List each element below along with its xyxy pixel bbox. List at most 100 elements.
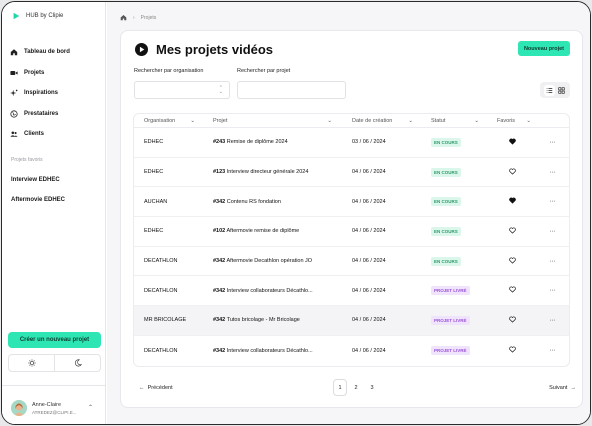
previous-label: Précédent xyxy=(147,385,173,391)
app-window: HUB by Clipie Tableau de bord Projets In… xyxy=(1,1,591,425)
table-row[interactable]: DECATHLON #342 Interview collaborateurs D… xyxy=(134,276,569,307)
cell-actions: ··· xyxy=(531,139,569,146)
heart-icon[interactable] xyxy=(509,346,516,353)
cell-org: MR BRICOLAGE xyxy=(144,317,187,324)
table-row[interactable]: DECATHLON #342 Aftermovie Decathlon opéra… xyxy=(134,247,569,277)
user-profile[interactable]: Anne-Claire ATREDEZ@CLIPI.E... xyxy=(11,400,77,416)
page-button-current[interactable]: 1 xyxy=(333,379,347,396)
brand[interactable]: HUB by Clipie xyxy=(12,12,63,20)
project-title: Interview directeur générale 2024 xyxy=(226,169,309,176)
home-icon[interactable] xyxy=(120,14,127,21)
heart-icon[interactable] xyxy=(509,316,516,323)
next-page-button[interactable]: Suivant → xyxy=(549,385,576,391)
status-badge: EN COURS xyxy=(431,197,461,207)
table-row[interactable]: EDHEC #123 Interview directeur générale 2… xyxy=(134,158,569,188)
more-options-icon[interactable]: ··· xyxy=(550,347,556,354)
page-button[interactable]: 3 xyxy=(365,379,379,396)
create-project-button[interactable]: Créer un nouveau projet xyxy=(8,332,101,348)
more-options-icon[interactable]: ··· xyxy=(550,198,556,205)
cell-project: #342 Interview collaborateurs Décathlo..… xyxy=(203,348,342,354)
cell-org: DECATHLON xyxy=(144,258,178,265)
column-header-org[interactable]: Organisation ⌄ xyxy=(134,118,203,124)
chevron-up-icon[interactable]: ⌃ xyxy=(88,404,93,411)
heart-icon[interactable] xyxy=(509,168,516,175)
more-options-icon[interactable]: ··· xyxy=(550,139,556,146)
cell-date: 04 / 06 / 2024 xyxy=(352,228,386,235)
more-options-icon[interactable]: ··· xyxy=(550,317,556,324)
status-badge: PROJET LIVRÉ xyxy=(431,286,470,296)
project-search-input[interactable] xyxy=(237,81,346,99)
cell-org: EDHEC xyxy=(144,228,164,235)
project-number: #342 xyxy=(213,347,226,354)
page-numbers: 1 2 3 xyxy=(333,379,379,396)
brand-name: HUB by Clipie xyxy=(26,13,64,19)
table-row[interactable]: DECATHLON #342 Interview collaborateurs D… xyxy=(134,336,569,366)
pagination: ← Précédent 1 2 3 Suivant → xyxy=(135,379,576,399)
org-filter-select[interactable]: ⌃ ⌄ xyxy=(134,81,230,99)
light-mode-button[interactable] xyxy=(9,355,54,371)
cell-favorite xyxy=(487,227,531,236)
project-title: Interview collaborateurs Décathlo... xyxy=(226,287,313,294)
heart-icon[interactable] xyxy=(509,257,516,264)
select-chevrons-icon: ⌃ ⌄ xyxy=(218,85,223,95)
cell-project: #342 Tutos bricolage - Mr Bricolage xyxy=(203,317,342,323)
favorite-item[interactable]: Interview EDHEC xyxy=(11,177,60,183)
cell-status: EN COURS xyxy=(421,226,487,236)
more-options-icon[interactable]: ··· xyxy=(550,258,556,265)
cell-date: 03 / 06 / 2024 xyxy=(352,139,386,146)
previous-page-button[interactable]: ← Précédent xyxy=(139,385,173,391)
cell-date: 04 / 06 / 2024 xyxy=(352,258,386,265)
video-icon xyxy=(10,70,18,75)
page-button[interactable]: 2 xyxy=(349,379,363,396)
more-options-icon[interactable]: ··· xyxy=(550,169,556,176)
dark-mode-button[interactable] xyxy=(54,355,100,371)
cell-date: 04 / 06 / 2024 xyxy=(352,169,386,176)
column-header-project[interactable]: Projet ⌄ xyxy=(203,118,342,124)
favorites-title: Projets favoris xyxy=(11,157,43,163)
list-view-button[interactable] xyxy=(543,84,555,96)
heart-icon[interactable] xyxy=(509,286,516,293)
table-row[interactable]: EDHEC #243 Remise de diplôme 2024 03 / 06 … xyxy=(134,128,569,158)
favorite-item[interactable]: Aftermovie EDHEC xyxy=(11,197,65,203)
sidebar-item-projects[interactable]: Projets xyxy=(10,63,102,84)
cell-status: PROJET LIVRÉ xyxy=(421,315,487,325)
table-row[interactable]: AUCHAN #342 Contenu RS fondation 04 / 06 /… xyxy=(134,187,569,218)
sidebar-item-dashboard[interactable]: Tableau de bord xyxy=(10,42,102,63)
project-number: #123 xyxy=(213,169,226,176)
main-area: › Projets Mes projets vidéos Nouveau pro… xyxy=(107,2,590,424)
cell-project: #123 Interview directeur générale 2024 xyxy=(203,169,342,175)
more-options-icon[interactable]: ··· xyxy=(550,228,556,235)
sidebar-item-clients[interactable]: Clients xyxy=(10,124,102,145)
table-row[interactable]: MR BRICOLAGE #342 Tutos bricolage - Mr Br… xyxy=(134,306,569,336)
heart-icon[interactable] xyxy=(509,227,516,234)
status-badge: PROJET LIVRÉ xyxy=(431,346,470,356)
sidebar: HUB by Clipie Tableau de bord Projets In… xyxy=(2,2,106,424)
chevron-down-icon: ⌄ xyxy=(190,117,195,124)
more-options-icon[interactable]: ··· xyxy=(550,287,556,294)
sidebar-item-providers[interactable]: Prestataires xyxy=(10,104,102,125)
cell-date: 04 / 06 / 2024 xyxy=(352,347,386,354)
cell-status: EN COURS xyxy=(421,197,487,207)
sidebar-item-label: Prestataires xyxy=(24,110,59,117)
chevron-down-icon: ⌄ xyxy=(526,117,531,124)
heart-icon[interactable] xyxy=(509,138,516,145)
chevron-down-icon: ⌄ xyxy=(327,117,332,124)
cell-actions: ··· xyxy=(531,169,569,176)
project-title: Tutos bricolage - Mr Bricolage xyxy=(226,317,300,324)
project-filter-label: Rechercher par projet xyxy=(237,68,291,74)
cell-favorite xyxy=(487,138,531,147)
project-title: Contenu RS fondation xyxy=(226,198,281,205)
cell-status: PROJET LIVRÉ xyxy=(421,286,487,296)
sidebar-item-label: Clients xyxy=(24,131,45,138)
column-header-date[interactable]: Date de création ⌄ xyxy=(342,118,421,124)
new-project-button[interactable]: Nouveau projet xyxy=(517,41,570,56)
column-header-status[interactable]: Statut ⌄ xyxy=(421,118,487,124)
heart-icon[interactable] xyxy=(509,197,516,204)
sidebar-item-inspirations[interactable]: Inspirations xyxy=(10,83,102,104)
table-row[interactable]: EDHEC #102 Aftermovie remise de diplôme 04… xyxy=(134,217,569,247)
grid-view-button[interactable] xyxy=(556,85,567,96)
chevron-right-icon: › xyxy=(133,14,135,21)
cell-favorite xyxy=(487,346,531,355)
cell-date: 04 / 06 / 2024 xyxy=(352,287,386,294)
column-header-fav[interactable]: Favoris ⌄ xyxy=(487,118,531,124)
